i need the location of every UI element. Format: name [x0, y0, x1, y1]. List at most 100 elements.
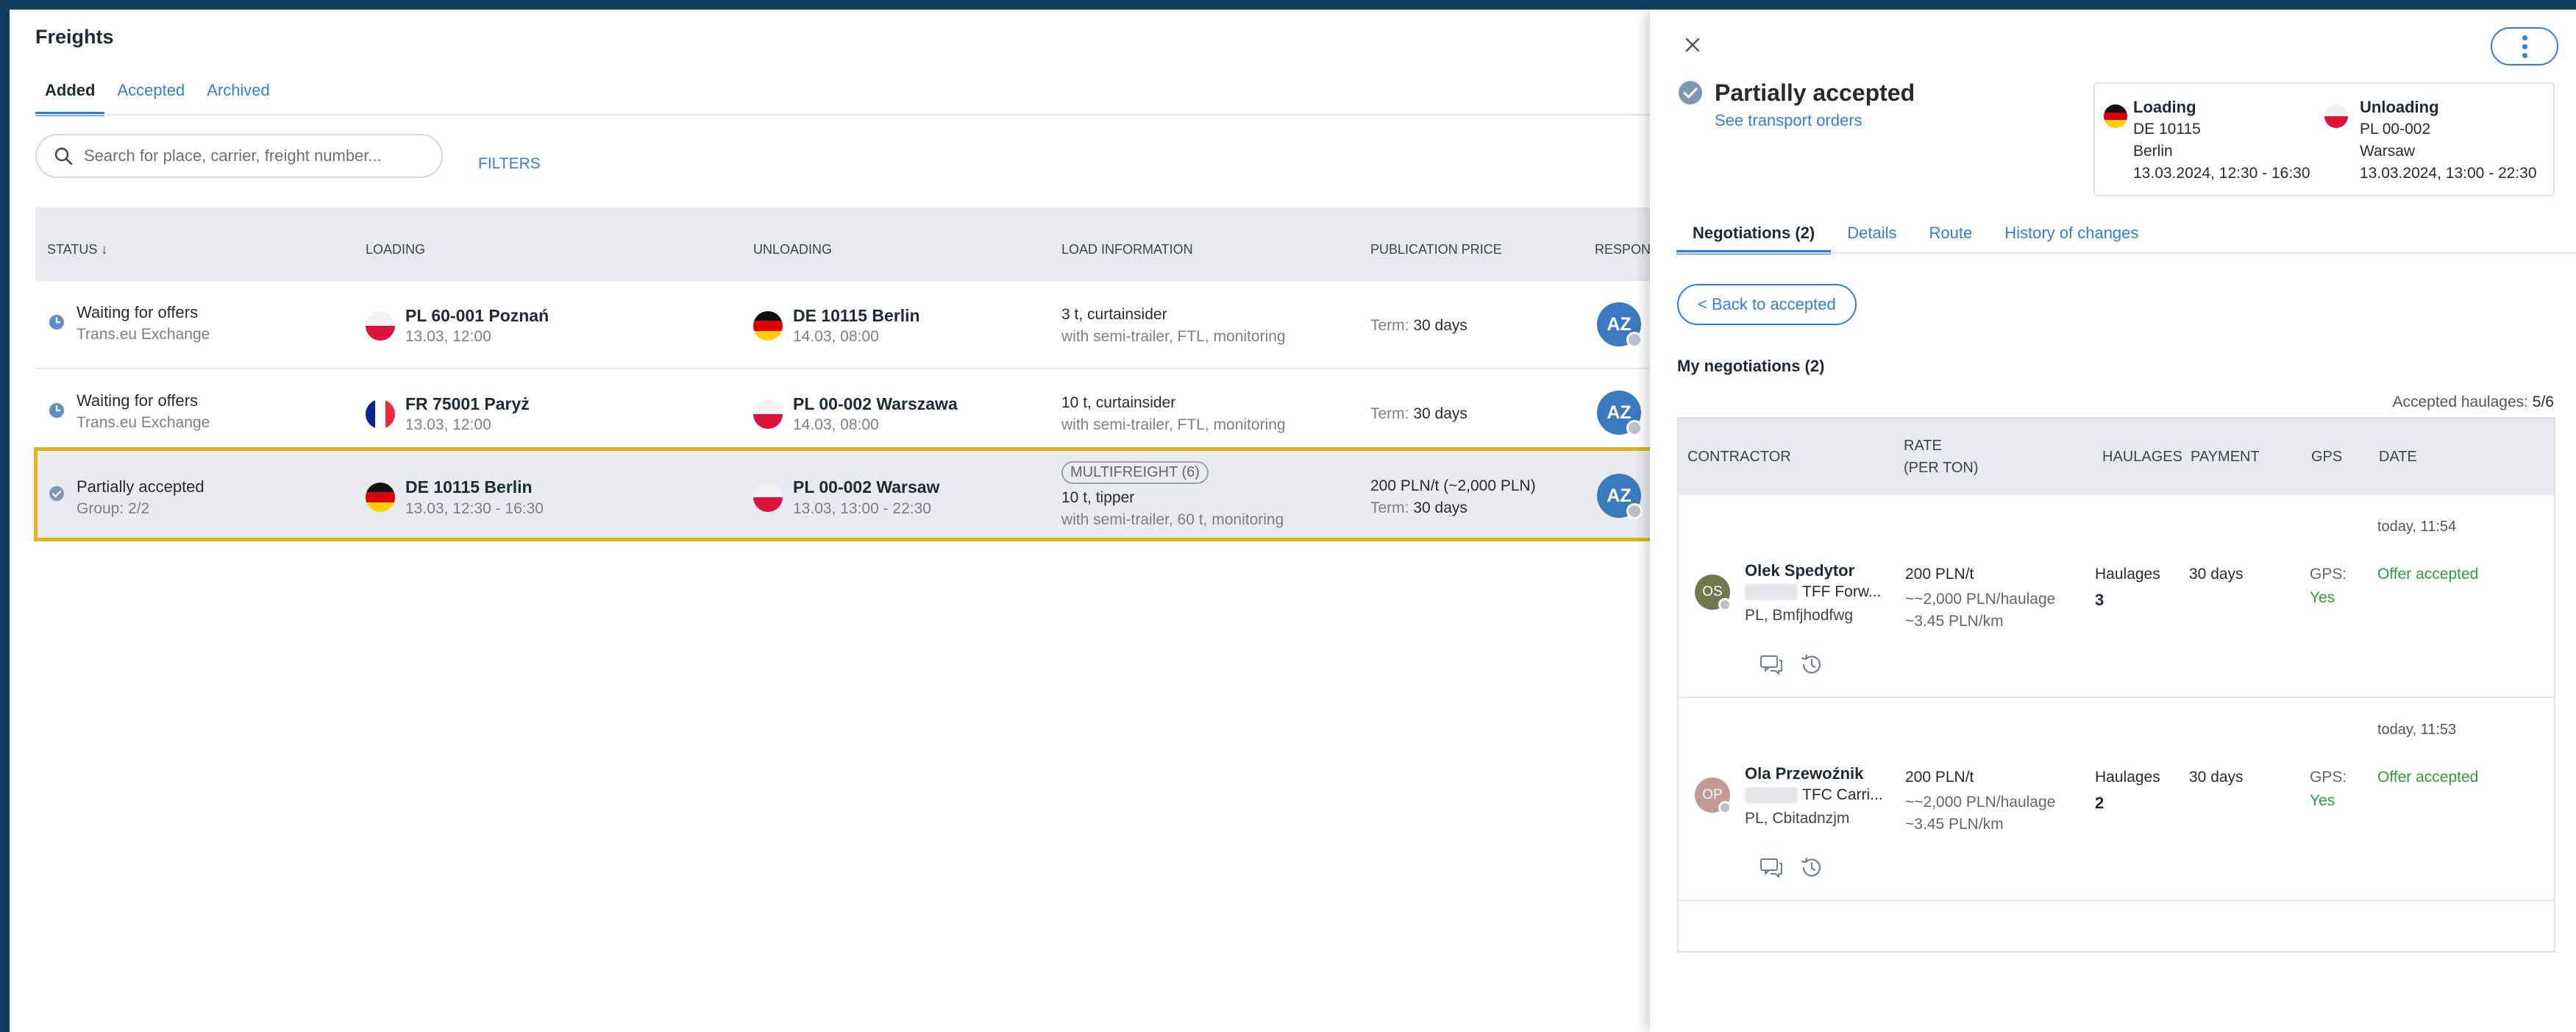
avatar[interactable]: AZ	[1597, 474, 1643, 519]
load-main: 10 t, tipper	[1061, 489, 1135, 506]
contractor-initials: OP	[1702, 787, 1723, 803]
negotiations-table: CONTRACTOR RATE (PER TON) HAULAGES PAYME…	[1677, 417, 2555, 953]
contractor-avatar: OP	[1695, 777, 1732, 814]
search-box[interactable]	[35, 134, 443, 178]
rate-per-km: ~3.45 PLN/km	[1905, 613, 2004, 630]
rate-per-haulage: ~~2,000 PLN/haulage	[1905, 591, 2056, 608]
negotiation-date: today, 11:54	[2377, 519, 2457, 535]
load-main: 10 t, curtainsider	[1061, 394, 1176, 411]
term-label: Term:	[1370, 405, 1409, 422]
status-text: Partially accepted	[77, 477, 204, 496]
flag-pl-icon	[753, 483, 783, 512]
header-price: PUBLICATION PRICE	[1370, 242, 1502, 257]
header-status[interactable]: STATUS ↓	[47, 242, 107, 257]
status-sub: Trans.eu Exchange	[77, 414, 210, 431]
header-load-info: LOAD INFORMATION	[1061, 242, 1193, 257]
unloading-date: 13.03.2024, 13:00 - 22:30	[2360, 165, 2537, 182]
gps-value: Yes	[2310, 792, 2335, 809]
table-row[interactable]: Waiting for offers Trans.eu Exchange FR …	[35, 369, 1662, 458]
unloading-city: Warsaw	[2360, 143, 2416, 160]
history-icon[interactable]	[1798, 855, 1825, 881]
payment-term: 30 days	[2189, 769, 2244, 786]
header-payment: PAYMENT	[2191, 449, 2260, 465]
contractor-name[interactable]: Olek Spedytor	[1745, 561, 1854, 580]
search-input[interactable]	[84, 146, 408, 166]
status-sub: Trans.eu Exchange	[77, 326, 210, 343]
gps-value: Yes	[2310, 589, 2335, 606]
flag-de-icon	[2104, 104, 2127, 128]
flag-pl-icon	[366, 311, 395, 341]
app-window: Freights Added Accepted Archived FILTERS…	[10, 10, 2576, 1032]
chat-icon[interactable]	[1758, 652, 1785, 678]
status-text: Waiting for offers	[77, 303, 199, 321]
tab-details[interactable]: Details	[1831, 212, 1913, 255]
panel-title: Partially accepted	[1715, 79, 1915, 106]
tab-history[interactable]: History of changes	[1988, 212, 2155, 255]
back-to-accepted-button[interactable]: < Back to accepted	[1677, 284, 1857, 325]
see-transport-orders-link[interactable]: See transport orders	[1715, 111, 1862, 130]
history-icon[interactable]	[1798, 652, 1825, 678]
loading-place: DE 10115 Berlin	[405, 477, 533, 497]
unloading-time: 13.03, 13:00 - 22:30	[793, 500, 931, 517]
header-date: DATE	[2379, 449, 2417, 465]
loading-place: PL 60-001 Poznań	[405, 306, 549, 325]
term-label: Term:	[1370, 499, 1409, 516]
avatar-initials: AZ	[1607, 313, 1632, 335]
kebab-dot	[2522, 35, 2527, 40]
hidden-company-id	[1745, 584, 1798, 601]
route-summary: Loading DE 10115 Berlin 13.03.2024, 12:3…	[2093, 82, 2555, 196]
unloading-place: PL 00-002 Warszawa	[793, 394, 958, 413]
page-title: Freights	[35, 26, 114, 48]
rate-per-km: ~3.45 PLN/km	[1905, 816, 2004, 833]
table-row[interactable]: Waiting for offers Trans.eu Exchange PL …	[35, 281, 1662, 369]
tab-negotiations[interactable]: Negotiations (2)	[1676, 212, 1832, 255]
price-term: Term: 30 days	[1370, 405, 1467, 423]
haulages-value: 3	[2095, 591, 2104, 609]
avatar[interactable]: AZ	[1597, 391, 1643, 436]
my-negotiations-heading: My negotiations (2)	[1677, 357, 1825, 375]
loading-time: 13.03, 12:00	[405, 416, 491, 433]
table-header: STATUS ↓ LOADING UNLOADING LOAD INFORMAT…	[35, 207, 1663, 281]
tab-route[interactable]: Route	[1913, 212, 1988, 255]
tab-archived[interactable]: Archived	[197, 74, 280, 116]
haulages-value: 2	[2095, 794, 2104, 812]
unloading-title: Unloading	[2360, 98, 2439, 116]
filters-button[interactable]: FILTERS	[478, 155, 541, 173]
offer-status: Offer accepted	[2377, 769, 2479, 786]
contractor-name[interactable]: Ola Przewoźnik	[1745, 764, 1863, 783]
avatar-initials: AZ	[1607, 402, 1632, 423]
loading-time: 13.03, 12:00	[405, 328, 491, 345]
more-options-button[interactable]	[2491, 27, 2558, 65]
tab-added[interactable]: Added	[35, 74, 105, 116]
term-value: 30 days	[1413, 317, 1467, 334]
load-sub: with semi-trailer, FTL, monitoring	[1061, 416, 1286, 433]
avatar[interactable]: AZ	[1597, 302, 1643, 348]
unloading-place: PL 00-002 Warsaw	[793, 477, 940, 497]
tabs-divider	[1676, 252, 2576, 254]
table-row-selected[interactable]: Partially accepted Group: 2/2 DE 10115 B…	[34, 447, 1662, 541]
haulages-label: Haulages	[2095, 566, 2160, 583]
company-name: TFC Carri...	[1802, 786, 1883, 803]
freight-tabs: Added Accepted Archived	[35, 74, 280, 116]
flag-pl-icon	[753, 399, 783, 429]
unloading-code: PL 00-002	[2360, 121, 2431, 138]
negotiation-date: today, 11:53	[2377, 722, 2457, 738]
tab-accepted[interactable]: Accepted	[107, 74, 194, 116]
unloading-time: 14.03, 08:00	[793, 328, 879, 345]
payment-term: 30 days	[2189, 566, 2244, 583]
chat-icon[interactable]	[1758, 855, 1785, 881]
search-icon	[54, 147, 73, 166]
load-sub: with semi-trailer, FTL, monitoring	[1061, 328, 1286, 345]
close-icon[interactable]	[1679, 32, 1706, 58]
negotiation-row[interactable]: today, 11:53 OP Ola Przewoźnik TFC Carri…	[1679, 698, 2554, 901]
clock-icon	[49, 403, 64, 418]
loading-title: Loading	[2133, 98, 2196, 116]
price-term: Term: 30 days	[1370, 499, 1467, 517]
gps-label: GPS:	[2310, 566, 2347, 583]
unloading-place: DE 10115 Berlin	[793, 306, 920, 325]
negotiation-row[interactable]: today, 11:54 OS Olek Spedytor TFF Forw..…	[1679, 495, 2554, 698]
term-value: 30 days	[1413, 405, 1467, 422]
flag-fr-icon	[366, 399, 395, 429]
contractor-initials: OS	[1702, 584, 1723, 599]
price-term: Term: 30 days	[1370, 317, 1467, 335]
